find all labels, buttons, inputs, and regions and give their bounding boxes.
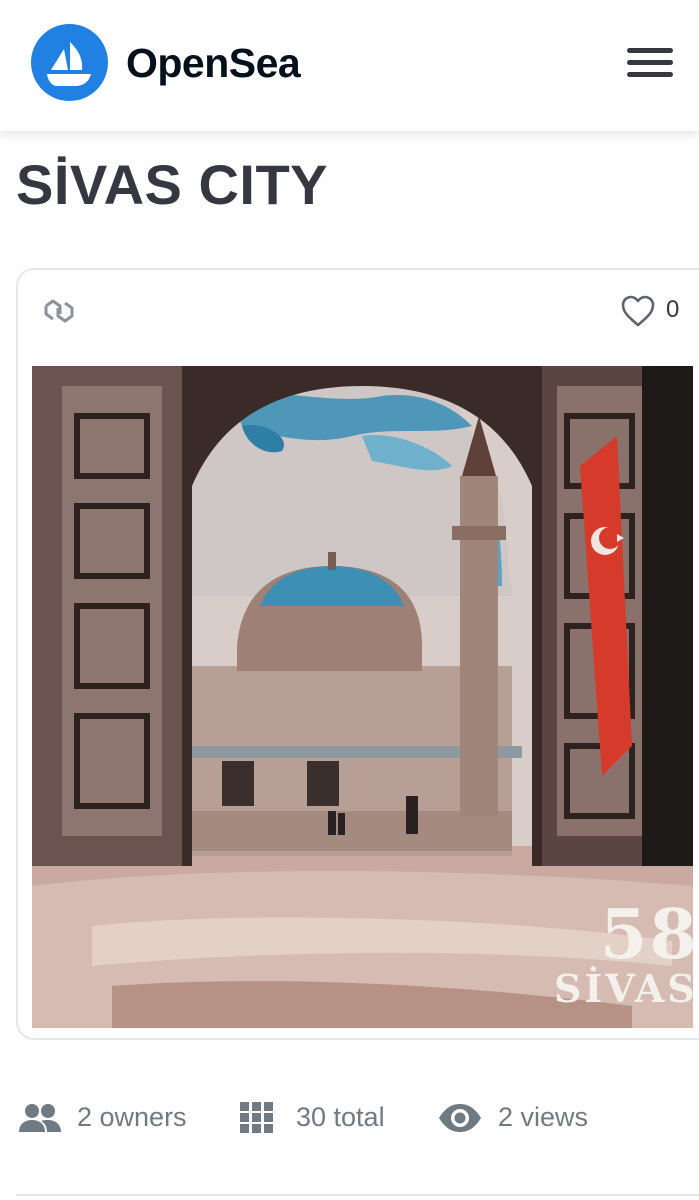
section-divider: [16, 1194, 699, 1196]
brand-name[interactable]: OpenSea: [126, 40, 301, 87]
owners-count[interactable]: 2 owners: [77, 1102, 187, 1133]
favorite-count: 0: [666, 296, 680, 323]
polygon-chain-icon: [42, 296, 76, 326]
hamburger-menu-icon[interactable]: [625, 44, 677, 80]
artwork-stamp-city: SİVAS: [554, 966, 693, 1011]
opensea-logo-icon[interactable]: [31, 24, 108, 101]
top-navigation-bar: OpenSea: [0, 0, 699, 131]
artwork-stamp-number: 58: [600, 895, 693, 975]
nft-card[interactable]: 0 58 SİVAS: [16, 268, 699, 1040]
nft-artwork-image[interactable]: 58 SİVAS: [32, 366, 693, 1028]
eye-icon: [438, 1102, 482, 1139]
grid-icon: [240, 1102, 274, 1139]
views-count: 2 views: [498, 1102, 589, 1132]
collection-title: SİVAS CITY: [16, 153, 329, 216]
people-icon: [18, 1102, 62, 1139]
total-items[interactable]: 30 total: [296, 1102, 385, 1133]
collection-stats: 2 owners 30 total 2 views: [0, 1088, 699, 1148]
heart-outline-icon[interactable]: [620, 294, 656, 328]
